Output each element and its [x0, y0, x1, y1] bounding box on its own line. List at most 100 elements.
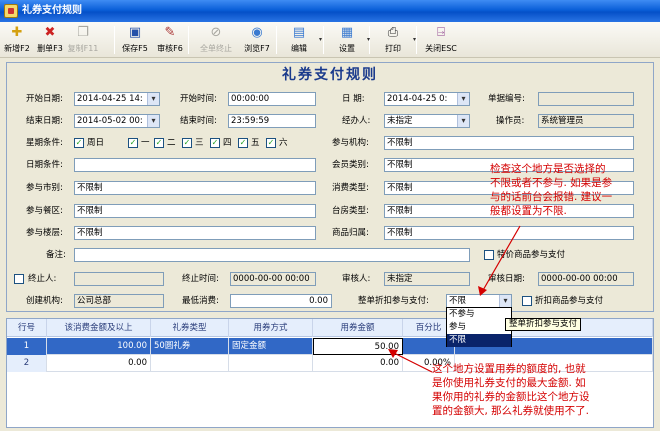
- weekday-checkbox[interactable]: ✓: [266, 138, 276, 148]
- toolbar-button-print[interactable]: ⎙ 打印 ▾: [377, 23, 416, 57]
- start-date-field[interactable]: 2014-04-25 14:: [74, 92, 160, 106]
- audit-date-field: 0000-00-00 00:00: [538, 272, 634, 286]
- weekday-label-item: 四: [223, 138, 232, 148]
- special-goods-checkbox[interactable]: [484, 250, 494, 260]
- grid-column-header[interactable]: 用券方式: [229, 319, 313, 337]
- weekday-checkbox[interactable]: ✓: [182, 138, 192, 148]
- toolbar-button-save[interactable]: ▣ 保存F5: [118, 23, 152, 57]
- toolbar-button-delete[interactable]: ✖ 删单F3: [35, 23, 65, 57]
- grid-cell[interactable]: 100.00: [47, 338, 151, 355]
- window-title: 礼券支付规则: [22, 5, 82, 16]
- start-date-label: 开始日期:: [26, 94, 63, 104]
- toolbar-button-new[interactable]: ✚ 新增F2: [2, 23, 32, 57]
- min-consume-field[interactable]: 0.00: [230, 294, 332, 308]
- start-time-field[interactable]: 00:00:00: [228, 92, 316, 106]
- toolbar-button-audit[interactable]: ✎ 审核F6: [153, 23, 187, 57]
- annotation-line: 这个地方设置用券的额度的, 也就: [432, 363, 586, 375]
- grid-cell[interactable]: 0.00: [313, 355, 403, 372]
- operator-label: 操作员:: [496, 116, 525, 126]
- grid-cell[interactable]: 50.00: [313, 338, 403, 355]
- toolbar-button-label: 关闭ESC: [425, 44, 457, 53]
- audit-icon: ✎: [164, 25, 176, 40]
- grid-cell[interactable]: [151, 355, 229, 372]
- toolbar-button-close-door[interactable]: ⍈ 关闭ESC: [422, 23, 460, 57]
- discount-goods-checkbox[interactable]: [522, 296, 532, 306]
- creator-org-label: 创建机构:: [26, 296, 63, 306]
- restaurant-field[interactable]: 不限制: [74, 204, 316, 218]
- toolbar-button-browse[interactable]: ◉ 浏览F7: [240, 23, 274, 57]
- grid-column-header[interactable]: 礼券类型: [151, 319, 229, 337]
- grid-column-header[interactable]: 用券金额: [313, 319, 403, 337]
- dropdown-option[interactable]: 不限: [447, 334, 511, 347]
- table-type-label: 台房类型:: [332, 206, 369, 216]
- terminate-icon: ⊘: [210, 25, 222, 40]
- member-type-label: 会员类别:: [332, 160, 369, 170]
- dropdown-arrow-icon[interactable]: ▾: [413, 35, 416, 44]
- grid-cell[interactable]: [229, 355, 313, 372]
- toolbar-button-terminate[interactable]: ⊘ 全单终止: [194, 23, 238, 57]
- toolbar-button-edit[interactable]: ▤ 编辑 ▾: [283, 23, 322, 57]
- operator-field: 系统管理员: [538, 114, 634, 128]
- weekday-checkbox[interactable]: ✓: [238, 138, 248, 148]
- app-window: 礼券支付规则 ✚ 新增F2 ✖ 删单F3 ❐ 复制F11 ▣ 保存F5 ✎ 审核F6 ⊘ 全单终止 ◉ 浏…: [0, 0, 660, 431]
- date-cond-field[interactable]: [74, 158, 316, 172]
- annotation-line: 检查这个地方是否选择的: [490, 163, 606, 175]
- stopper-label: 终止人:: [28, 274, 57, 284]
- end-time-field[interactable]: 23:59:59: [228, 114, 316, 128]
- date-field[interactable]: 2014-04-25 0:: [384, 92, 470, 106]
- discount-goods-label: 折扣商品参与支付: [535, 296, 604, 306]
- business-no-field: [538, 92, 634, 106]
- end-date-field[interactable]: 2014-05-02 00:: [74, 114, 160, 128]
- stopper-field: [74, 272, 164, 286]
- toolbar-separator: [323, 26, 324, 54]
- weekday-label-item: 五: [251, 138, 260, 148]
- toolbar-button-settings[interactable]: ▦ 设置 ▾: [331, 23, 370, 57]
- weekday-checkbox[interactable]: ✓: [128, 138, 138, 148]
- title-bar: 礼券支付规则: [0, 0, 660, 22]
- weekday-checkbox[interactable]: ✓: [74, 138, 84, 148]
- grid-cell[interactable]: 固定金额: [229, 338, 313, 355]
- annotation-line: 是你使用礼券支付的最大金额. 如: [432, 377, 586, 389]
- floor-field[interactable]: 不限制: [74, 226, 316, 240]
- org-label: 参与机构:: [332, 138, 369, 148]
- grid-cell[interactable]: 2: [7, 355, 47, 372]
- toolbar-button-label: 浏览F7: [244, 44, 270, 53]
- weekday-label-item: 六: [279, 138, 288, 148]
- dropdown-option[interactable]: 不参与: [447, 308, 511, 321]
- dropdown-arrow-icon[interactable]: ▾: [367, 35, 370, 44]
- toolbar-button-label: 打印: [385, 44, 401, 53]
- annotation-line: 果你用的礼券的金额比这个地方设: [432, 391, 590, 403]
- remark-field[interactable]: [74, 248, 470, 262]
- grid-cell[interactable]: 1: [7, 338, 47, 355]
- grid-column-header[interactable]: 行号: [7, 319, 47, 337]
- date-cond-label: 日期条件:: [26, 160, 63, 170]
- grid-cell[interactable]: 50圆礼券: [151, 338, 229, 355]
- goods-field[interactable]: 不限制: [384, 226, 634, 240]
- stopper-checkbox[interactable]: [14, 274, 24, 284]
- end-time-label: 结束时间:: [180, 116, 217, 126]
- toolbar-button-label: 全单终止: [200, 44, 232, 53]
- dropdown-option[interactable]: 参与: [447, 321, 511, 334]
- grid-column-header[interactable]: 该消费金额及以上: [47, 319, 151, 337]
- grid-row[interactable]: 1 100.00 50圆礼券 固定金额 50.00: [7, 338, 653, 355]
- city-label: 参与市别:: [26, 183, 63, 193]
- weekday-label-item: 一: [141, 138, 150, 148]
- whole-discount-select[interactable]: 不限: [446, 294, 512, 308]
- dropdown-arrow-icon[interactable]: ▾: [319, 35, 322, 44]
- toolbar-button-copy[interactable]: ❐ 复制F11: [66, 23, 100, 57]
- handler-field[interactable]: 未指定: [384, 114, 470, 128]
- toolbar-button-label: 复制F11: [67, 44, 99, 53]
- goods-label: 商品归属:: [332, 228, 369, 238]
- weekday-checkbox[interactable]: ✓: [210, 138, 220, 148]
- toolbar-button-label: 审核F6: [157, 44, 183, 53]
- auditor-field: 未指定: [384, 272, 470, 286]
- consume-type-label: 消费类型:: [332, 183, 369, 193]
- gift-icon: [4, 4, 18, 18]
- toolbar-separator: [114, 26, 115, 54]
- annotation-note-1: 检查这个地方是否选择的 不限或者不参与. 如果是参 与的话前台会报错. 建议一 般都设…: [490, 162, 612, 218]
- grid-cell[interactable]: 0.00: [47, 355, 151, 372]
- weekday-checkbox[interactable]: ✓: [154, 138, 164, 148]
- city-field[interactable]: 不限制: [74, 181, 316, 195]
- settings-icon: ▦: [340, 25, 354, 40]
- org-field[interactable]: 不限制: [384, 136, 634, 150]
